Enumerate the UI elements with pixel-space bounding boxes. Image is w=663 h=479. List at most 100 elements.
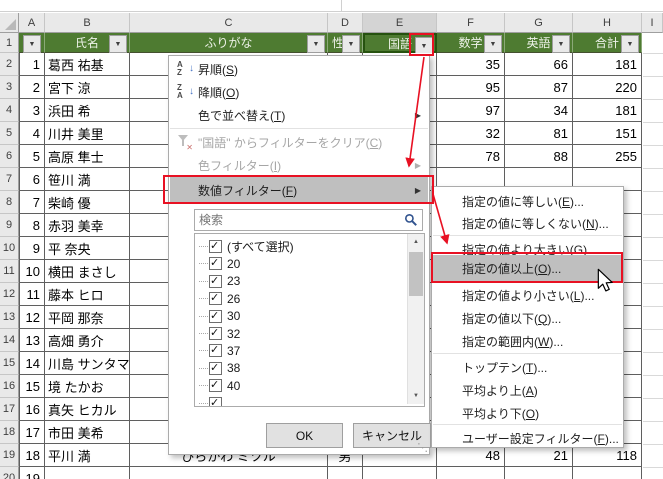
column-header-H[interactable]: H [573,13,642,33]
table-header-D[interactable]: 性 ▼ [328,33,363,53]
checkbox-checked-icon[interactable] [209,256,222,271]
cell-B19[interactable]: 平川 満 [45,444,130,467]
submenu-item-5[interactable]: 指定の値より小さい(L)... [433,284,622,306]
search-input[interactable] [195,210,422,230]
column-header-I[interactable]: I [642,13,663,33]
filter-value-row[interactable]: 37 [199,342,240,359]
cell-A19[interactable]: 18 [19,444,45,467]
filter-value-row[interactable]: (すべて選択) [199,238,294,255]
scroll-down-icon[interactable]: ▼ [408,388,424,404]
column-header-C[interactable]: C [130,13,328,33]
cell-F5[interactable]: 32 [437,122,505,145]
cell-H6[interactable]: 255 [573,145,642,168]
cell-B7[interactable]: 笹川 満 [45,168,130,191]
menu-item-item5[interactable]: 色フィルター(I) ▶ [170,154,428,176]
cell-F6[interactable]: 78 [437,145,505,168]
table-header-H[interactable]: 合計 ▼ [573,33,642,53]
cell-G6[interactable]: 88 [505,145,573,168]
cell-B6[interactable]: 高原 隼士 [45,145,130,168]
row-header-6[interactable]: 6 [0,145,19,168]
filter-value-row[interactable]: 20 [199,255,240,272]
row-header-18[interactable]: 18 [0,421,19,444]
row-header-5[interactable]: 5 [0,122,19,145]
cell-B8[interactable]: 柴崎 優 [45,191,130,214]
cell-F4[interactable]: 97 [437,99,505,122]
cell-H20[interactable] [573,467,642,479]
resize-grip-icon[interactable]: ⋱ [417,441,428,454]
table-header-B[interactable]: 氏名 ▼ [45,33,130,53]
row-header-14[interactable]: 14 [0,329,19,352]
cell-E20[interactable] [363,467,437,479]
cell-H3[interactable]: 220 [573,76,642,99]
cell-A8[interactable]: 7 [19,191,45,214]
row-header-16[interactable]: 16 [0,375,19,398]
list-scrollbar[interactable]: ▲ ▼ [407,234,424,404]
cell-B9[interactable]: 赤羽 美幸 [45,214,130,237]
submenu-item-7[interactable]: 指定の範囲内(W)... [433,330,622,352]
checkbox-checked-icon[interactable] [209,291,222,306]
row-header-2[interactable]: 2 [0,53,19,76]
submenu-item-6[interactable]: 指定の値以下(Q)... [433,307,622,329]
cell-A11[interactable]: 10 [19,260,45,283]
cell-H2[interactable]: 181 [573,53,642,76]
row-header-19[interactable]: 19 [0,444,19,467]
cell-C20[interactable] [130,467,328,479]
cell-F2[interactable]: 35 [437,53,505,76]
cell-B10[interactable]: 平 奈央 [45,237,130,260]
cell-A6[interactable]: 5 [19,145,45,168]
filter-value-row[interactable]: 30 [199,308,240,325]
column-header-D[interactable]: D [328,13,363,33]
cell-F20[interactable] [437,467,505,479]
cell-H4[interactable]: 181 [573,99,642,122]
ok-button[interactable]: OK [266,423,343,448]
row-header-7[interactable]: 7 [0,168,19,191]
filter-value-row[interactable]: 40 [199,377,240,394]
cell-G3[interactable]: 87 [505,76,573,99]
submenu-item-1[interactable]: 指定の値に等しくない(N)... [433,212,622,234]
scroll-up-icon[interactable]: ▲ [408,234,424,250]
cell-A12[interactable]: 11 [19,283,45,306]
search-icon[interactable] [404,213,418,227]
cell-B2[interactable]: 葛西 祐基 [45,53,130,76]
cell-A13[interactable]: 12 [19,306,45,329]
submenu-item-9[interactable]: トップテン(T)... [433,356,622,378]
cell-A7[interactable]: 6 [19,168,45,191]
menu-item-item2[interactable]: 色で並べ替え(T) ▶ [170,104,428,126]
cell-F3[interactable]: 95 [437,76,505,99]
checkbox-checked-icon[interactable] [209,396,222,406]
checkbox-checked-icon[interactable] [209,378,222,393]
cell-A20[interactable]: 19 [19,467,45,479]
table-header-A[interactable]: ▼ [19,33,45,53]
table-header-F[interactable]: 数学 ▼ [437,33,505,53]
submenu-item-13[interactable]: ユーザー設定フィルター(F)... [433,427,622,449]
cell-A14[interactable]: 13 [19,329,45,352]
cell-B15[interactable]: 川島 サンタマリア [45,352,130,375]
row-header-8[interactable]: 8 [0,191,19,214]
filter-dropdown-button-F[interactable]: ▼ [484,35,502,53]
cell-A3[interactable]: 2 [19,76,45,99]
cell-A5[interactable]: 4 [19,122,45,145]
cell-B16[interactable]: 境 たかお [45,375,130,398]
cell-A2[interactable]: 1 [19,53,45,76]
column-header-B[interactable]: B [45,13,130,33]
cell-G4[interactable]: 34 [505,99,573,122]
cell-G5[interactable]: 81 [505,122,573,145]
filter-dropdown-button-C[interactable]: ▼ [307,35,325,53]
row-header-11[interactable]: 11 [0,260,19,283]
filter-dropdown-button-D[interactable]: ▼ [342,35,360,53]
cell-B18[interactable]: 市田 美希 [45,421,130,444]
row-header-20[interactable]: 20 [0,467,19,479]
menu-item-clear-filter-icon[interactable]: ✕ "国語" からフィルターをクリア(C) [170,131,428,153]
row-header-15[interactable]: 15 [0,352,19,375]
table-header-G[interactable]: 英語 ▼ [505,33,573,53]
filter-dropdown-button-B[interactable]: ▼ [109,35,127,53]
cell-B3[interactable]: 宮下 涼 [45,76,130,99]
cell-B17[interactable]: 真矢 ヒカル [45,398,130,421]
filter-value-row[interactable]: 32 [199,325,240,342]
filter-value-row[interactable]: 38 [199,360,240,377]
column-header-G[interactable]: G [505,13,573,33]
row-header-3[interactable]: 3 [0,76,19,99]
row-header-9[interactable]: 9 [0,214,19,237]
row-header-17[interactable]: 17 [0,398,19,421]
checkbox-checked-icon[interactable] [209,361,222,375]
